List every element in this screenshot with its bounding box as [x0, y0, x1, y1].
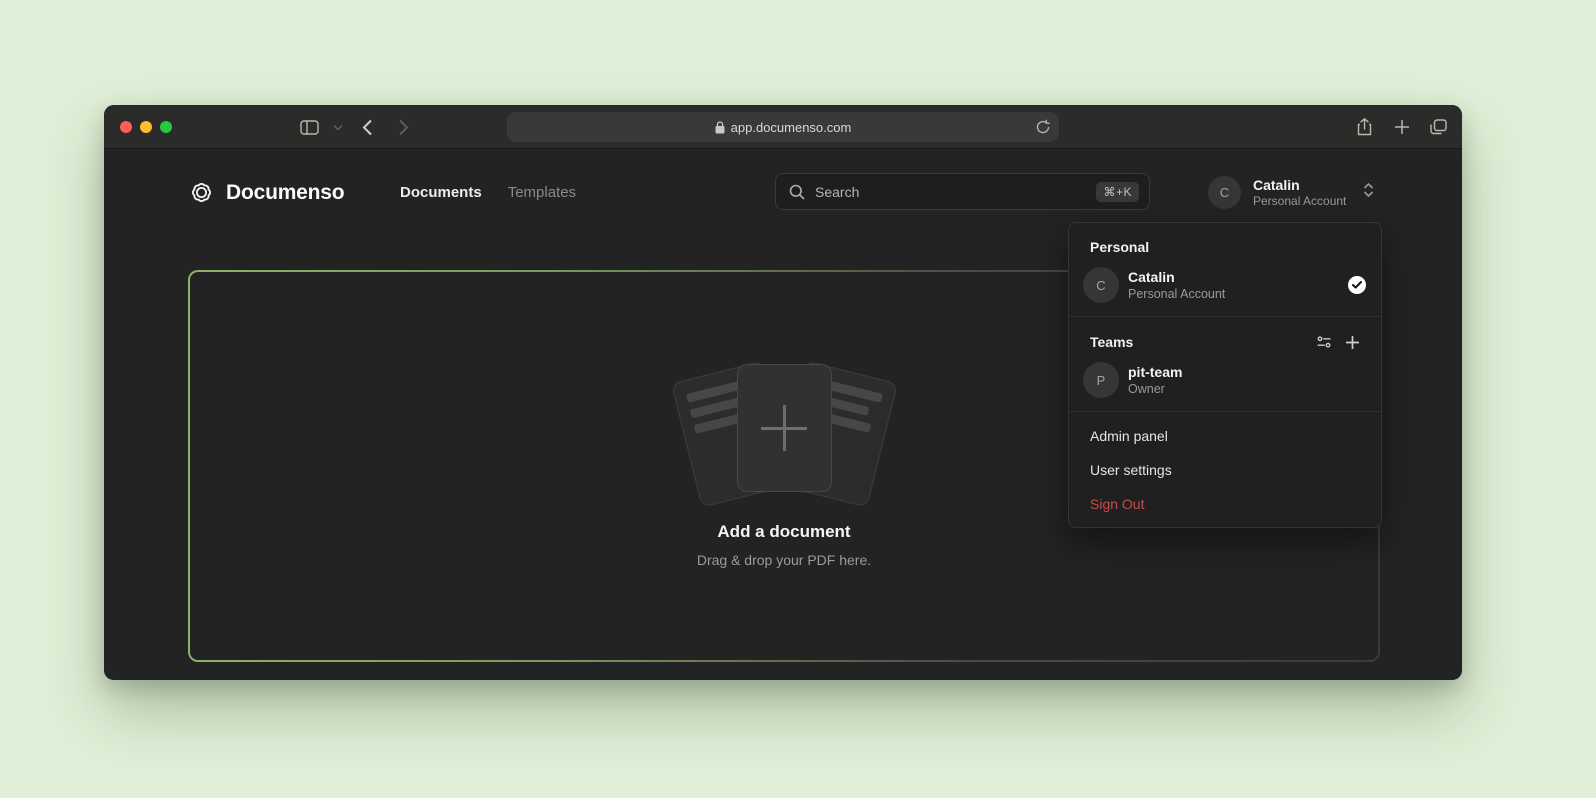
menu-divider — [1069, 411, 1381, 412]
lock-icon — [715, 121, 725, 134]
search-icon — [789, 184, 805, 200]
documenso-logo-link[interactable]: Documenso — [188, 179, 344, 206]
window-controls — [120, 121, 172, 133]
dropzone-subtitle: Drag & drop your PDF here. — [190, 552, 1378, 568]
personal-account-avatar: C — [1083, 267, 1119, 303]
menu-divider — [1069, 316, 1381, 317]
account-menu-trigger[interactable]: C Catalin Personal Account — [1208, 176, 1375, 209]
chevron-right-icon — [398, 119, 409, 136]
documenso-logo-icon — [188, 179, 215, 206]
share-button[interactable] — [1357, 105, 1372, 149]
selected-check-icon — [1348, 276, 1366, 294]
app-content: Documenso Documents Templates Search ⌘+K… — [104, 149, 1462, 679]
add-document-plus-icon — [761, 405, 807, 451]
search-shortcut-badge: ⌘+K — [1096, 182, 1139, 202]
menu-item-sign-out[interactable]: Sign Out — [1069, 487, 1381, 521]
team-settings-icon — [1316, 334, 1332, 350]
search-input[interactable]: Search ⌘+K — [775, 173, 1150, 210]
close-window-button[interactable] — [120, 121, 132, 133]
personal-account-item[interactable]: C Catalin Personal Account — [1069, 261, 1381, 309]
team-role: Owner — [1128, 381, 1182, 397]
browser-toolbar: app.documenso.com — [104, 105, 1462, 149]
teams-section-label: Teams — [1069, 324, 1381, 356]
account-type: Personal Account — [1253, 194, 1346, 209]
menu-item-admin-panel[interactable]: Admin panel — [1069, 419, 1381, 453]
manage-teams-button[interactable] — [1316, 334, 1332, 350]
personal-section-label: Personal — [1069, 229, 1381, 261]
chevron-down-icon — [333, 124, 343, 131]
back-button[interactable] — [362, 105, 373, 149]
brand-title: Documenso — [226, 181, 344, 205]
document-card-center — [737, 364, 832, 492]
reload-button[interactable] — [1036, 119, 1050, 138]
add-team-plus-icon — [1345, 335, 1360, 350]
zoom-window-button[interactable] — [160, 121, 172, 133]
tabs-icon — [1430, 119, 1447, 135]
plus-icon — [1394, 119, 1410, 135]
share-icon — [1357, 118, 1372, 136]
team-item[interactable]: P pit-team Owner — [1069, 356, 1381, 404]
account-name: Catalin — [1253, 177, 1346, 194]
address-bar[interactable]: app.documenso.com — [507, 112, 1059, 142]
main-nav: Documents Templates — [400, 184, 576, 201]
reload-icon — [1036, 119, 1050, 135]
menu-item-user-settings[interactable]: User settings — [1069, 453, 1381, 487]
sidebar-chevron-button[interactable] — [333, 105, 343, 149]
nav-documents[interactable]: Documents — [400, 184, 482, 201]
add-team-button[interactable] — [1345, 335, 1360, 350]
nav-templates[interactable]: Templates — [508, 184, 576, 201]
personal-account-subtitle: Personal Account — [1128, 286, 1225, 302]
personal-account-name: Catalin — [1128, 269, 1225, 286]
search-placeholder: Search — [815, 184, 1086, 200]
minimize-window-button[interactable] — [140, 121, 152, 133]
chevrons-up-down-icon — [1362, 182, 1375, 203]
sidebar-toggle-button[interactable] — [300, 105, 319, 149]
account-dropdown-menu: Personal C Catalin Personal Account Team… — [1068, 222, 1382, 528]
tab-overview-button[interactable] — [1430, 105, 1447, 149]
browser-window: app.documenso.com — [104, 105, 1462, 680]
url-text: app.documenso.com — [731, 120, 852, 135]
forward-button[interactable] — [398, 105, 409, 149]
new-tab-button[interactable] — [1394, 105, 1410, 149]
account-avatar: C — [1208, 176, 1241, 209]
sidebar-icon — [300, 120, 319, 135]
team-name: pit-team — [1128, 364, 1182, 381]
team-avatar: P — [1083, 362, 1119, 398]
chevron-left-icon — [362, 119, 373, 136]
